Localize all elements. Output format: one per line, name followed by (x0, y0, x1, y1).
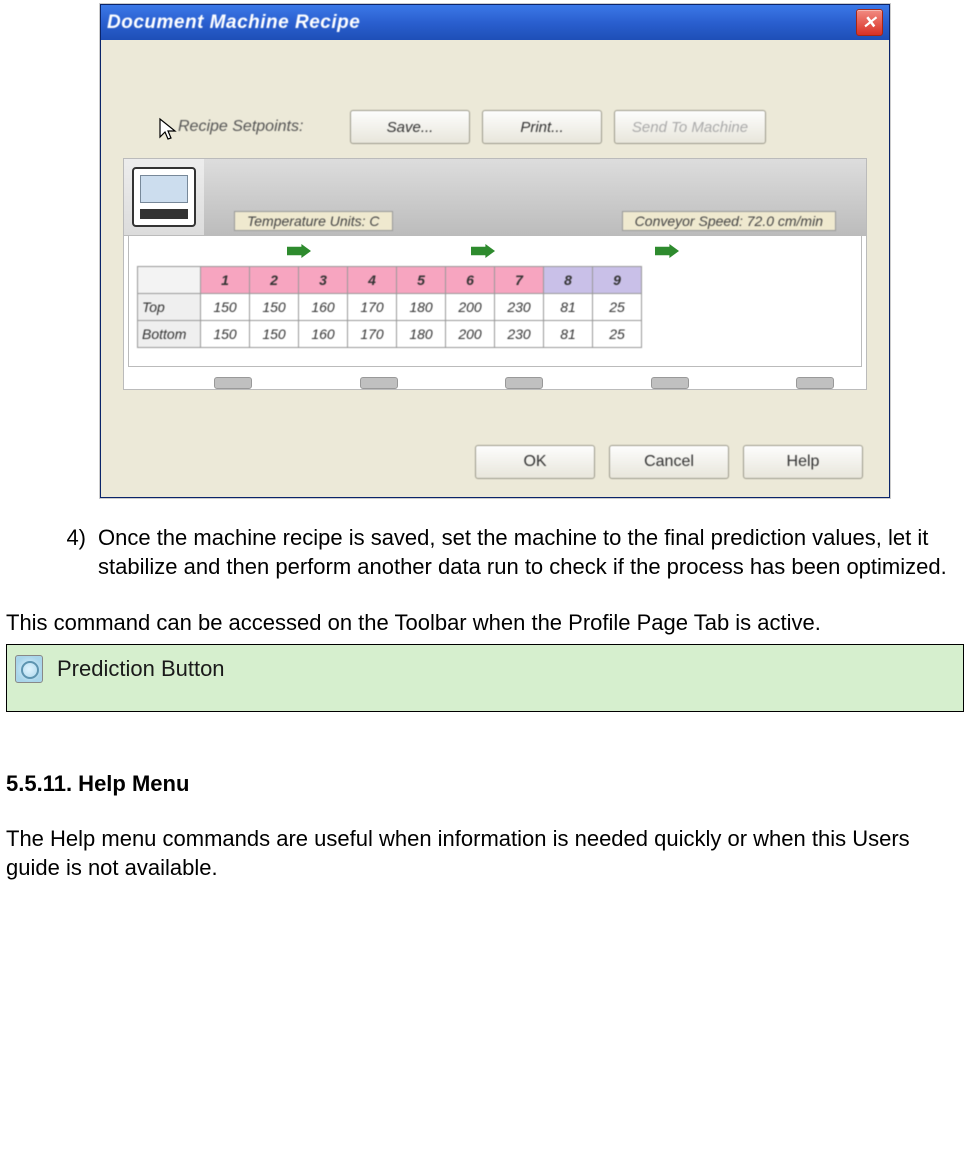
step-text: Once the machine recipe is saved, set th… (98, 524, 964, 581)
row-label: Top (138, 294, 201, 321)
prediction-label: Prediction Button (57, 655, 225, 684)
close-icon[interactable]: ✕ (856, 9, 883, 36)
save-button[interactable]: Save... (350, 110, 470, 144)
help-button[interactable]: Help (743, 445, 863, 479)
prediction-icon (15, 655, 43, 683)
cell: 81 (544, 294, 593, 321)
cell: 25 (593, 294, 642, 321)
cell: 200 (446, 321, 495, 348)
send-to-machine-button[interactable]: Send To Machine (614, 110, 766, 144)
prediction-button-callout: Prediction Button (6, 644, 964, 713)
machine-foot (651, 377, 689, 389)
row-label: Bottom (138, 321, 201, 348)
cell: 170 (348, 321, 397, 348)
cell: 160 (299, 321, 348, 348)
cancel-button[interactable]: Cancel (609, 445, 729, 479)
machine-diagram-panel: Temperature Units: C Conveyor Speed: 72.… (123, 158, 867, 390)
computer-icon (132, 167, 196, 227)
dialog-title: Document Machine Recipe (107, 12, 360, 34)
cell: 170 (348, 294, 397, 321)
zone-header: 8 (544, 267, 593, 294)
cell: 180 (397, 294, 446, 321)
help-menu-paragraph: The Help menu commands are useful when i… (6, 825, 964, 882)
recipe-setpoints-label: Recipe Setpoints: (178, 118, 338, 136)
zone-setpoint-table: 1 2 3 4 5 6 7 8 9 Top (137, 266, 642, 348)
zone-header: 6 (446, 267, 495, 294)
print-button[interactable]: Print... (482, 110, 602, 144)
toolbar-access-text: This command can be accessed on the Tool… (6, 609, 964, 638)
machine-foot (505, 377, 543, 389)
dialog-titlebar[interactable]: Document Machine Recipe ✕ (101, 5, 889, 40)
zone-header: 1 (201, 267, 250, 294)
zone-header: 4 (348, 267, 397, 294)
zone-header: 2 (250, 267, 299, 294)
ok-button[interactable]: OK (475, 445, 595, 479)
cursor-icon (158, 117, 178, 147)
conveyor-speed-label: Conveyor Speed: 72.0 cm/min (622, 211, 836, 231)
cell: 150 (201, 294, 250, 321)
cell: 81 (544, 321, 593, 348)
table-row: Bottom 150 150 160 170 180 200 230 81 25 (138, 321, 642, 348)
arrow-right-icon (471, 244, 495, 258)
zone-header: 9 (593, 267, 642, 294)
table-row: Top 150 150 160 170 180 200 230 81 25 (138, 294, 642, 321)
zone-header: 7 (495, 267, 544, 294)
zone-header: 3 (299, 267, 348, 294)
cell: 200 (446, 294, 495, 321)
temperature-units-label: Temperature Units: C (234, 211, 393, 231)
section-heading: 5.5.11. Help Menu (6, 770, 964, 799)
machine-foot (214, 377, 252, 389)
table-corner (138, 267, 201, 294)
machine-foot (360, 377, 398, 389)
cell: 150 (201, 321, 250, 348)
zone-header: 5 (397, 267, 446, 294)
arrow-right-icon (655, 244, 679, 258)
step-number: 4) (6, 524, 98, 581)
machine-foot (796, 377, 834, 389)
cell: 230 (495, 321, 544, 348)
arrow-right-icon (287, 244, 311, 258)
cell: 160 (299, 294, 348, 321)
cell: 230 (495, 294, 544, 321)
cell: 150 (250, 294, 299, 321)
cell: 150 (250, 321, 299, 348)
document-machine-recipe-dialog: Document Machine Recipe ✕ Recipe Setpoin… (100, 4, 890, 498)
cell: 25 (593, 321, 642, 348)
cell: 180 (397, 321, 446, 348)
